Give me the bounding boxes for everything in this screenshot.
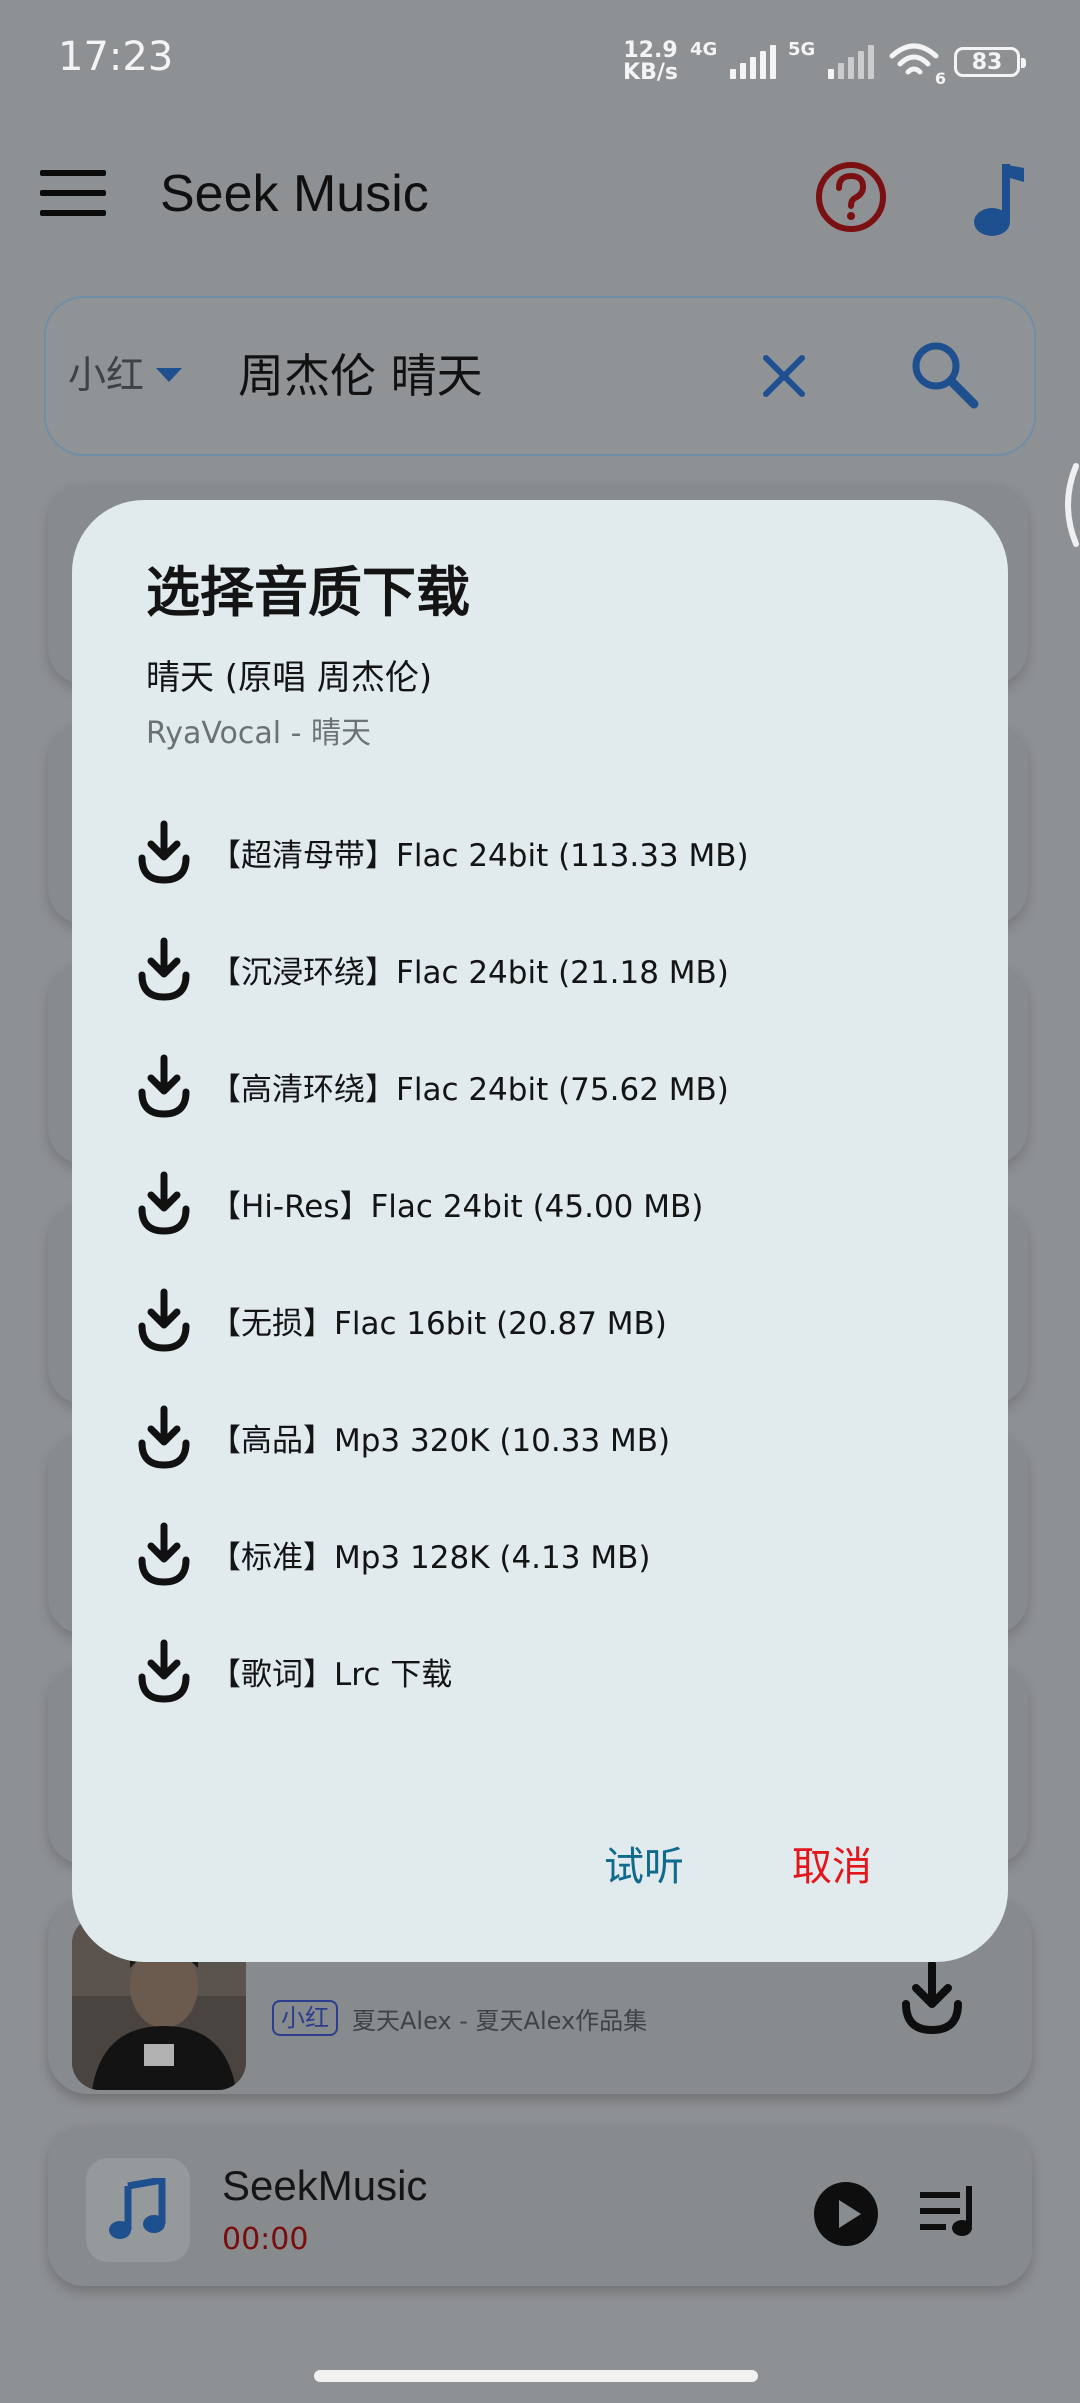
play-button[interactable] bbox=[814, 2182, 878, 2246]
quality-option[interactable]: 【高品】Mp3 320K (10.33 MB) bbox=[136, 1399, 956, 1475]
app-bar: Seek Music bbox=[0, 140, 1080, 250]
quality-option-label: 【标准】Mp3 128K (4.13 MB) bbox=[210, 1539, 651, 1576]
search-icon[interactable] bbox=[908, 338, 980, 410]
quality-option-label: 【超清母带】Flac 24bit (113.33 MB) bbox=[210, 837, 749, 874]
battery-level: 83 bbox=[971, 49, 1003, 75]
music-note-icon[interactable] bbox=[968, 160, 1028, 240]
quality-option-label: 【Hi-Res】Flac 24bit (45.00 MB) bbox=[210, 1188, 704, 1225]
download-icon bbox=[136, 1288, 192, 1352]
network-speed-value: 12.9 bbox=[623, 38, 678, 63]
quality-option-label: 【沉浸环绕】Flac 24bit (21.18 MB) bbox=[210, 954, 729, 991]
quality-option[interactable]: 【歌词】Lrc 下载 bbox=[136, 1633, 956, 1709]
download-icon bbox=[136, 1639, 192, 1703]
player-time: 00:00 bbox=[222, 2222, 309, 2257]
help-circle-icon[interactable] bbox=[814, 160, 888, 234]
quality-download-dialog: 选择音质下载 晴天 (原唱 周杰伦) RyaVocal - 晴天 【超清母带】F… bbox=[72, 500, 1008, 1962]
song-artist-album: 夏天Alex - 夏天Alex作品集 bbox=[352, 2006, 648, 2035]
chevron-down-icon bbox=[156, 367, 183, 382]
download-icon bbox=[136, 1054, 192, 1118]
status-indicators: 12.9 KB/s 4G 5G 6 83 bbox=[623, 38, 1026, 88]
search-bar: 小红 周杰伦 晴天 bbox=[44, 296, 1036, 456]
source-dropdown[interactable]: 小红 bbox=[68, 344, 183, 399]
download-icon[interactable] bbox=[900, 1958, 964, 2038]
quality-option-label: 【无损】Flac 16bit (20.87 MB) bbox=[210, 1305, 667, 1342]
cell-signal-4g-label: 4G bbox=[690, 39, 718, 60]
cancel-button[interactable]: 取消 bbox=[792, 1834, 872, 1892]
network-speed: 12.9 KB/s bbox=[623, 40, 678, 84]
preview-button[interactable]: 试听 bbox=[604, 1834, 684, 1892]
battery-icon: 83 bbox=[954, 47, 1026, 77]
dialog-title: 选择音质下载 bbox=[146, 561, 470, 624]
cell-signal-4g-icon: 4G bbox=[690, 39, 776, 79]
music-note-icon bbox=[109, 2178, 166, 2239]
cell-signal-5g-icon: 5G bbox=[788, 39, 874, 79]
edge-handle[interactable] bbox=[1056, 462, 1080, 548]
source-dropdown-value: 小红 bbox=[68, 353, 145, 397]
player-title: SeekMusic bbox=[222, 2162, 428, 2209]
download-icon bbox=[136, 820, 192, 884]
wifi-label: 6 bbox=[934, 69, 946, 88]
search-input[interactable]: 周杰伦 晴天 bbox=[238, 340, 483, 406]
close-icon[interactable] bbox=[756, 348, 812, 404]
download-icon bbox=[136, 1405, 192, 1469]
dialog-song-subtitle: RyaVocal - 晴天 bbox=[146, 716, 371, 751]
quality-option[interactable]: 【标准】Mp3 128K (4.13 MB) bbox=[136, 1516, 956, 1592]
home-indicator[interactable] bbox=[314, 2370, 758, 2382]
status-time: 17:23 bbox=[58, 34, 174, 80]
dialog-song-title: 晴天 (原唱 周杰伦) bbox=[146, 658, 433, 698]
song-meta: 小红 夏天Alex - 夏天Alex作品集 bbox=[272, 2000, 647, 2036]
quality-option[interactable]: 【Hi-Res】Flac 24bit (45.00 MB) bbox=[136, 1165, 956, 1241]
quality-option-label: 【高清环绕】Flac 24bit (75.62 MB) bbox=[210, 1071, 729, 1108]
status-bar: 17:23 12.9 KB/s 4G 5G 6 83 bbox=[0, 0, 1080, 120]
hamburger-menu-icon[interactable] bbox=[40, 170, 106, 220]
quality-option[interactable]: 【无损】Flac 16bit (20.87 MB) bbox=[136, 1282, 956, 1358]
quality-option[interactable]: 【高清环绕】Flac 24bit (75.62 MB) bbox=[136, 1048, 956, 1124]
download-icon bbox=[136, 1522, 192, 1586]
quality-option[interactable]: 【沉浸环绕】Flac 24bit (21.18 MB) bbox=[136, 931, 956, 1007]
download-icon bbox=[136, 1171, 192, 1235]
quality-option-label: 【歌词】Lrc 下载 bbox=[210, 1656, 453, 1693]
playlist-queue-icon[interactable] bbox=[918, 2184, 978, 2240]
cell-signal-5g-label: 5G bbox=[788, 39, 816, 60]
quality-option[interactable]: 【超清母带】Flac 24bit (113.33 MB) bbox=[136, 814, 956, 890]
download-icon bbox=[136, 937, 192, 1001]
quality-option-label: 【高品】Mp3 320K (10.33 MB) bbox=[210, 1422, 671, 1459]
source-badge: 小红 bbox=[272, 2000, 338, 2036]
app-title: Seek Music bbox=[160, 165, 429, 223]
network-speed-unit: KB/s bbox=[623, 60, 678, 85]
mini-player[interactable]: SeekMusic 00:00 bbox=[48, 2126, 1032, 2286]
player-artwork bbox=[86, 2158, 190, 2262]
wifi-icon: 6 bbox=[888, 42, 946, 88]
